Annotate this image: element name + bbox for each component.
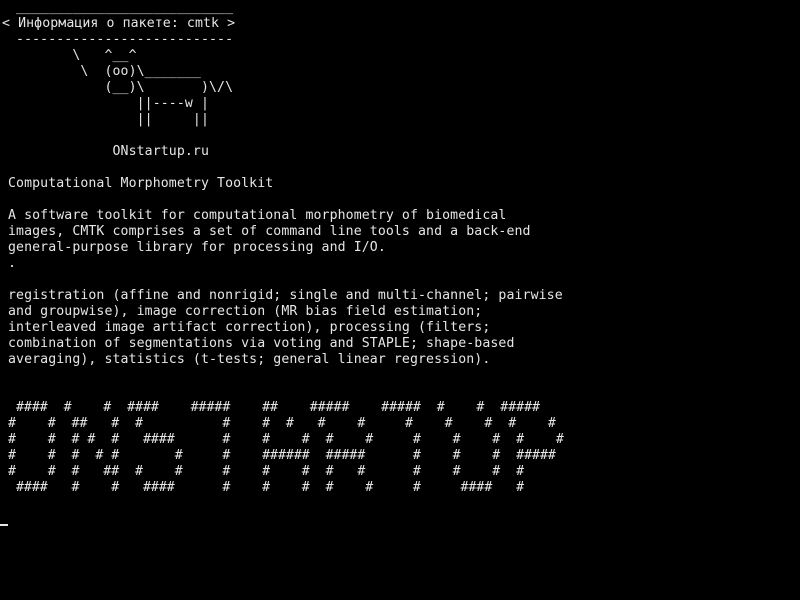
cowsay-bubble-bottom: --------------------------- [8,32,234,47]
cow-art-line: (__)\ )\/\ [8,80,234,95]
terminal-screen[interactable]: ___________________________ < Информация… [0,0,800,600]
cowsay-bubble-top: ___________________________ [8,0,234,15]
cow-art-line: || || [8,112,209,127]
description-line: . [8,256,17,271]
description-line: general-purpose library for processing a… [8,240,386,255]
cowsay-bubble-text: < Информация о пакете: cmtk > [2,16,236,31]
site-name: ONstartup.ru [8,144,209,159]
terminal-cursor [0,524,8,526]
cow-art-line: \ ^__^ [8,48,137,63]
features-line: interleaved image artifact correction), … [8,320,491,335]
ascii-banner: #### # # #### ##### ## ##### ##### # # #… [8,400,564,495]
features-line: registration (affine and nonrigid; singl… [8,288,563,303]
cow-art-line: ||----w | [8,96,209,111]
features-line: and groupwise), image correction (MR bia… [8,304,483,319]
features-line: averaging), statistics (t-tests; general… [8,352,491,367]
description-line: images, CMTK comprises a set of command … [8,224,531,239]
package-title: Computational Morphometry Toolkit [8,176,274,191]
features-line: combination of segmentations via voting … [8,336,515,351]
description-line: A software toolkit for computational mor… [8,208,507,223]
cow-art-line: \ (oo)\_______ [8,64,201,79]
